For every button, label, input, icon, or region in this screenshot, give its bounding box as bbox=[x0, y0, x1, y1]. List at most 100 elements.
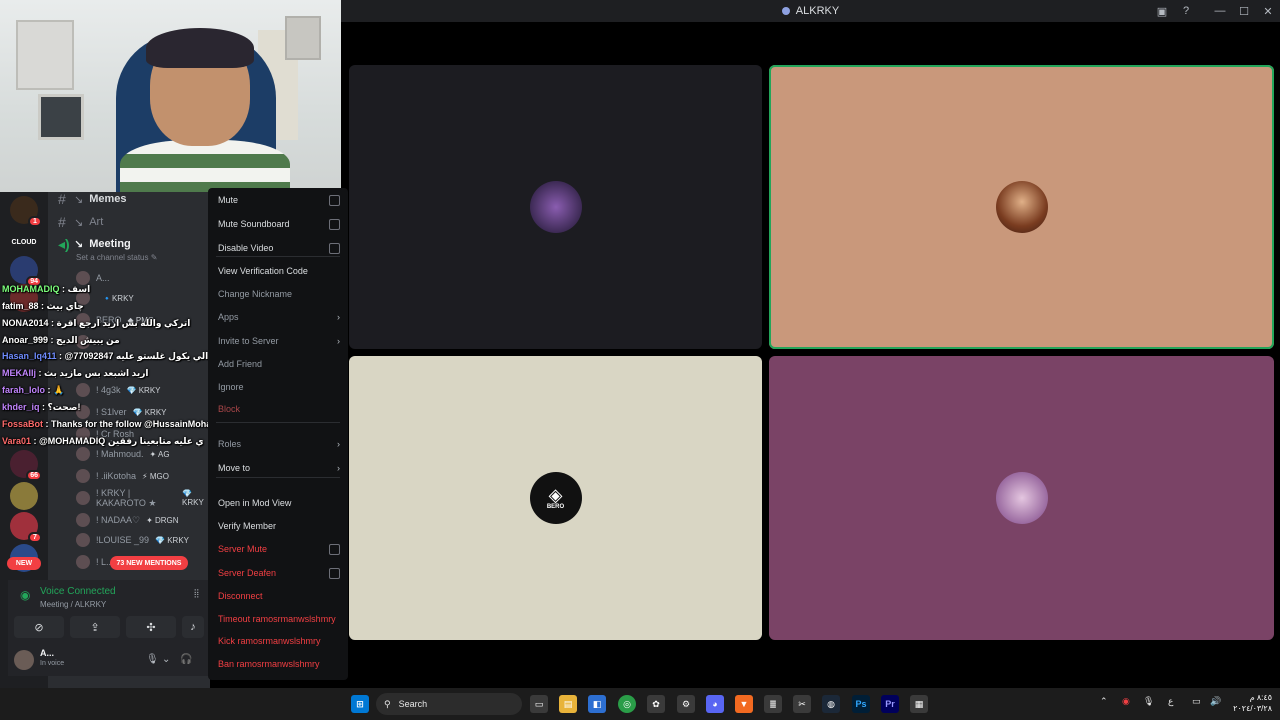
voice-user-name: ! KRKY | KAKAROTO ★ bbox=[96, 487, 157, 508]
participant-avatar[interactable] bbox=[995, 181, 1048, 233]
voice-user[interactable]: ! 4g3k 💎 KRKY bbox=[76, 380, 161, 400]
menu-item-disconnect[interactable]: Disconnect bbox=[218, 589, 340, 603]
network-icon[interactable]: ▭ bbox=[1192, 696, 1201, 707]
task-view-icon[interactable]: ▭ bbox=[530, 695, 548, 713]
channel-status[interactable]: Set a channel status ✎ bbox=[76, 253, 157, 262]
menu-item-move[interactable]: Move to › bbox=[218, 461, 340, 475]
user-avatar[interactable] bbox=[14, 650, 34, 670]
microphone-icon[interactable]: 🎙 bbox=[146, 654, 159, 665]
start-icon[interactable]: ⊞ bbox=[351, 695, 369, 713]
file-explorer-icon[interactable]: ▤ bbox=[559, 695, 577, 713]
menu-item-kick[interactable]: Kick ramosrmanwslshmry bbox=[218, 634, 340, 648]
minimize-icon[interactable]: — bbox=[1212, 3, 1228, 19]
menu-item-mute[interactable]: Mute Soundboard bbox=[218, 217, 340, 231]
menu-item-block[interactable]: Block bbox=[218, 402, 340, 416]
photoshop-icon[interactable]: Ps bbox=[852, 695, 870, 713]
menu-item-view[interactable]: View Verification Code bbox=[218, 264, 340, 278]
window-title: ALKRKY bbox=[781, 5, 839, 17]
inbox-icon[interactable]: ▣ bbox=[1154, 3, 1170, 19]
signal-icon[interactable]: ◉ bbox=[20, 588, 30, 602]
server-icon[interactable]: CLOUD bbox=[10, 228, 38, 256]
language-indicator[interactable]: ع bbox=[1168, 696, 1173, 707]
participant-avatar[interactable]: ◈ BERO bbox=[529, 472, 582, 524]
voice-user[interactable]: ! .iiKotoha ⚡ MGO bbox=[76, 466, 169, 486]
tray-app-icon[interactable]: ◉ bbox=[1122, 696, 1130, 707]
server-icon[interactable] bbox=[10, 482, 38, 510]
server-icon[interactable]: 1 bbox=[10, 196, 42, 227]
soundboard-button[interactable]: ♪ bbox=[182, 616, 204, 638]
user-name[interactable]: A... bbox=[40, 648, 54, 658]
participant-avatar[interactable] bbox=[995, 472, 1048, 524]
close-icon[interactable]: ✕ bbox=[1260, 3, 1276, 19]
chrome-icon[interactable]: ◎ bbox=[618, 695, 636, 713]
menu-item-server[interactable]: Server Mute bbox=[218, 542, 340, 556]
screen-share-button[interactable]: ⇪ bbox=[70, 616, 120, 638]
menu-item-label: Server Deafen bbox=[218, 568, 277, 578]
brave-icon[interactable]: ▼ bbox=[735, 695, 753, 713]
steam-icon[interactable]: ◍ bbox=[822, 695, 840, 713]
checkbox[interactable] bbox=[329, 218, 340, 230]
headphones-icon[interactable]: 🎧 bbox=[180, 654, 192, 665]
video-tile[interactable] bbox=[349, 65, 762, 349]
menu-item-change[interactable]: Change Nickname bbox=[218, 287, 340, 301]
maximize-icon[interactable]: ☐ bbox=[1236, 3, 1252, 19]
noise-suppression-icon[interactable]: ⦙⦙ bbox=[194, 588, 199, 601]
server-icon[interactable]: 7 bbox=[10, 512, 42, 543]
menu-item-invite[interactable]: Invite to Server › bbox=[218, 334, 340, 348]
store-icon[interactable]: ◧ bbox=[588, 695, 606, 713]
menu-item-apps[interactable]: Apps › bbox=[218, 310, 340, 324]
menu-item-ban[interactable]: Ban ramosrmanwslshmry bbox=[218, 657, 340, 671]
activities-button[interactable]: ✣ bbox=[126, 616, 176, 638]
new-badge[interactable]: NEW bbox=[7, 557, 41, 570]
notepad-icon[interactable]: ≣ bbox=[764, 695, 782, 713]
voice-user[interactable]: ! NADAA♡ ✦ DRGN bbox=[76, 510, 179, 530]
menu-item-open[interactable]: Open in Mod View bbox=[218, 496, 340, 510]
menu-item-add[interactable]: Add Friend bbox=[218, 357, 340, 371]
menu-item-roles[interactable]: Roles › bbox=[218, 437, 340, 451]
volume-icon[interactable]: 🔊 bbox=[1210, 696, 1221, 707]
chevron-down-icon[interactable]: ⌄ bbox=[162, 654, 170, 665]
mention-badge: 1 bbox=[28, 216, 42, 227]
server-icon[interactable]: 66 bbox=[10, 450, 42, 481]
clock[interactable]: ٨:٤٥ م ٢٠٢٤/٠٣/٢٨ bbox=[1233, 692, 1272, 714]
new-mentions-button[interactable]: 73 NEW MENTIONS bbox=[110, 556, 188, 570]
checkbox[interactable] bbox=[329, 543, 340, 555]
tray-chevron-icon[interactable]: ⌃ bbox=[1100, 696, 1108, 707]
channel-name: Meeting bbox=[89, 238, 131, 250]
premiere-icon[interactable]: Pr bbox=[881, 695, 899, 713]
settings-icon[interactable]: ⚙ bbox=[677, 695, 695, 713]
camera-off-button[interactable]: ⊘ bbox=[14, 616, 64, 638]
menu-item-mute[interactable]: Mute bbox=[218, 193, 340, 207]
user-panel: A... In voice 🎙 ⌄ 🎧 bbox=[8, 644, 208, 676]
participant-avatar[interactable] bbox=[529, 181, 582, 233]
video-tile[interactable]: ◈ BERO bbox=[349, 356, 762, 640]
app-icon[interactable]: ✿ bbox=[647, 695, 665, 713]
channel-memes[interactable]: # ↘ Memes bbox=[58, 189, 127, 209]
checkbox[interactable] bbox=[329, 194, 340, 206]
voice-user[interactable]: !LOUISE _99 💎 KRKY bbox=[76, 530, 189, 550]
channel-art[interactable]: # ↘ Art bbox=[58, 212, 103, 232]
video-tile-speaking[interactable] bbox=[769, 65, 1274, 349]
checkbox[interactable] bbox=[329, 242, 340, 254]
menu-item-server[interactable]: Server Deafen bbox=[218, 566, 340, 580]
checkbox[interactable] bbox=[329, 567, 340, 579]
taskbar-search[interactable]: ⚲ Search bbox=[376, 693, 522, 715]
obs-icon[interactable]: ▦ bbox=[910, 695, 928, 713]
server-icon[interactable]: 94 bbox=[10, 256, 42, 287]
discord-icon[interactable]: ◕ bbox=[706, 695, 724, 713]
voice-user[interactable]: ! KRKY | KAKAROTO ★ 💎 KRKY bbox=[76, 488, 210, 508]
voice-connected-title[interactable]: Voice Connected bbox=[40, 586, 116, 597]
menu-item-verify[interactable]: Verify Member bbox=[218, 519, 340, 533]
menu-item-label: Move to bbox=[218, 463, 251, 473]
menu-item-ignore[interactable]: Ignore bbox=[218, 380, 340, 394]
voice-user[interactable]: ! Mahmoud. ✦ AG bbox=[76, 444, 170, 464]
menu-item-timeout[interactable]: Timeout ramosrmanwslshmry bbox=[218, 612, 340, 626]
channel-meeting[interactable]: ◂) ↘ Meeting bbox=[58, 234, 131, 254]
help-icon[interactable]: ? bbox=[1178, 3, 1194, 19]
voice-location[interactable]: Meeting / ALKRKY bbox=[40, 600, 106, 609]
capcut-icon[interactable]: ✂ bbox=[793, 695, 811, 713]
video-tile[interactable] bbox=[769, 356, 1274, 640]
menu-item-label: Ignore bbox=[218, 382, 244, 392]
tray-mic-icon[interactable]: 🎙 bbox=[1143, 696, 1154, 707]
menu-item-disable[interactable]: Disable Video bbox=[218, 241, 340, 255]
